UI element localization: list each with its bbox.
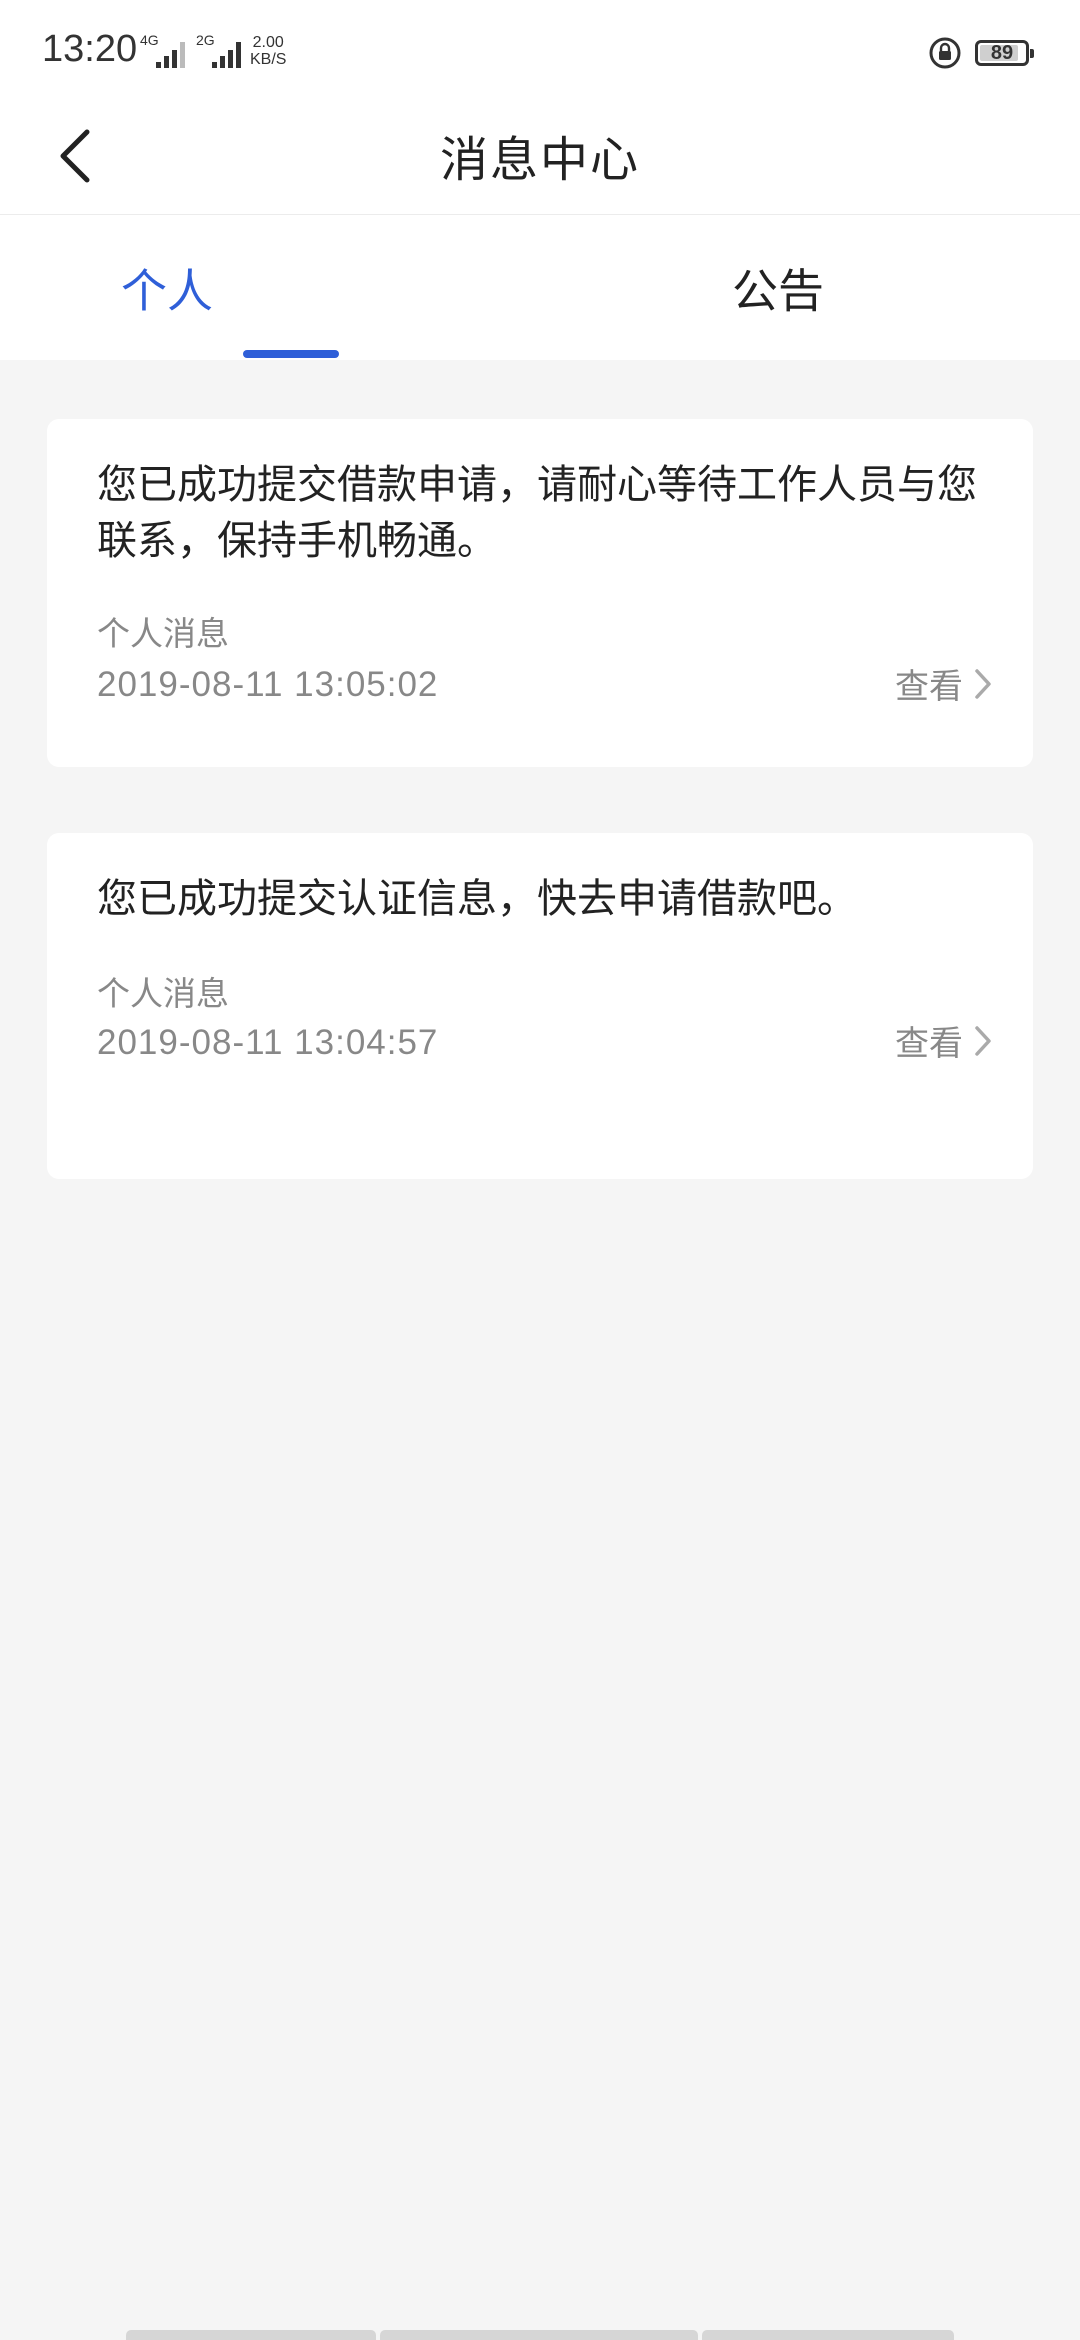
battery-level: 89 — [990, 41, 1014, 64]
message-type: 个人消息 — [97, 614, 229, 653]
signal-indicators: 4G 2G — [140, 32, 244, 68]
status-time: 13:20 — [42, 28, 138, 70]
signal-4g-icon: 4G — [140, 32, 186, 68]
view-button[interactable]: 查看 — [895, 1016, 993, 1065]
tab-notice[interactable]: 公告 — [520, 215, 1060, 360]
page-title: 消息中心 — [439, 132, 640, 188]
status-bar: 13:20 4G 2G 2.00 KB/S 89 — [0, 0, 1080, 100]
network-type-label: 2G — [196, 32, 215, 48]
message-type: 个人消息 — [97, 974, 229, 1013]
network-speed: 2.00 KB/S — [250, 34, 286, 68]
tab-notice-label: 公告 — [732, 263, 824, 318]
message-time: 2019-08-11 13:04:57 — [97, 1023, 439, 1062]
battery-icon: 89 — [975, 40, 1034, 66]
tab-personal[interactable]: 个人 — [20, 215, 560, 360]
gesture-bar-left[interactable] — [126, 2330, 376, 2340]
network-type-label: 4G — [140, 32, 159, 48]
tab-bar: 个人 公告 — [0, 215, 1080, 360]
view-button[interactable]: 查看 — [895, 659, 993, 708]
message-time: 2019-08-11 13:05:02 — [97, 665, 439, 704]
message-text: 您已成功提交认证信息，快去申请借款吧。 — [97, 876, 857, 922]
chevron-right-icon — [975, 1025, 991, 1056]
gesture-bar-center[interactable] — [380, 2330, 698, 2340]
message-text: 您已成功提交借款申请，请耐心等待工作人员与您联系，保持手机畅通。 — [97, 462, 977, 564]
view-button-label: 查看 — [895, 667, 963, 707]
view-button-label: 查看 — [895, 1024, 963, 1064]
gesture-bar-right[interactable] — [702, 2330, 954, 2340]
network-speed-value: 2.00 — [252, 34, 284, 51]
active-tab-indicator — [243, 350, 339, 358]
chevron-right-icon — [975, 668, 991, 699]
signal-2g-icon: 2G — [196, 32, 244, 68]
message-card[interactable]: 您已成功提交认证信息，快去申请借款吧。 个人消息 2019-08-11 13:0… — [47, 833, 1033, 1179]
rotation-lock-icon — [929, 37, 961, 69]
message-card[interactable]: 您已成功提交借款申请，请耐心等待工作人员与您联系，保持手机畅通。 个人消息 20… — [47, 419, 1033, 767]
network-speed-unit: KB/S — [250, 51, 287, 68]
tab-personal-label: 个人 — [121, 263, 213, 318]
nav-bar: 消息中心 — [0, 100, 1080, 215]
